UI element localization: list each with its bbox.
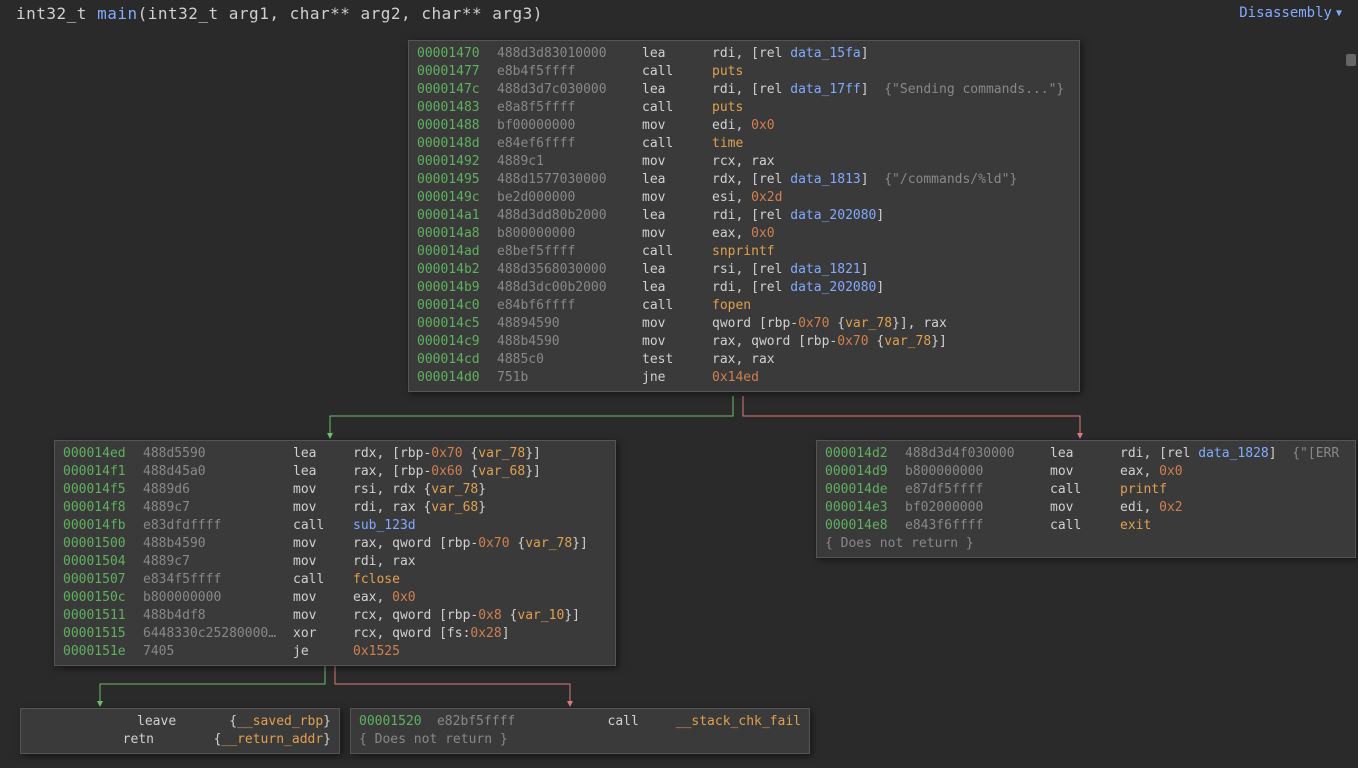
basic-block-left[interactable]: 000014ed488d5590leardx, [rbp-0x70 {var_7… — [54, 440, 616, 666]
instruction-row[interactable]: 000014ed488d5590leardx, [rbp-0x70 {var_7… — [63, 445, 607, 463]
chevron-down-icon: ▼ — [1336, 8, 1342, 19]
instruction-row[interactable]: 0000147c488d3d7c030000leardi, [rel data_… — [417, 81, 1071, 99]
instruction-row[interactable]: 000014f54889d6movrsi, rdx {var_78} — [63, 481, 607, 499]
instruction-row[interactable]: 0000148de84ef6ffffcalltime — [417, 135, 1071, 153]
no-return-note: { Does not return } — [825, 535, 974, 553]
instruction-row[interactable]: 00001500488b4590movrax, qword [rbp-0x70 … — [63, 535, 607, 553]
instruction-row[interactable]: 000014dee87df5ffffcallprintf — [825, 481, 1347, 499]
instruction-row[interactable]: 00001495488d1577030000leardx, [rel data_… — [417, 171, 1071, 189]
instruction-row[interactable]: 0000150cb800000000moveax, 0x0 — [63, 589, 607, 607]
instruction-row[interactable]: 00001477e8b4f5ffffcallputs — [417, 63, 1071, 81]
instruction-row[interactable]: 00001507e834f5ffffcallfclose — [63, 571, 607, 589]
instruction-row[interactable]: retn {__return_addr} — [29, 731, 331, 749]
instruction-row[interactable]: 000014c548894590movqword [rbp-0x70 {var_… — [417, 315, 1071, 333]
instruction-row[interactable]: 000014c0e84bf6ffffcallfopen — [417, 297, 1071, 315]
instruction-row[interactable]: 000014a8b800000000moveax, 0x0 — [417, 225, 1071, 243]
instruction-row[interactable]: 000014d2488d3d4f030000leardi, [rel data_… — [825, 445, 1347, 463]
instruction-row[interactable]: 0000149cbe2d000000movesi, 0x2d — [417, 189, 1071, 207]
basic-block-bottom-right[interactable]: 00001520e82bf5ffffcall__stack_chk_fail{ … — [350, 708, 810, 754]
view-mode-label: Disassembly — [1239, 5, 1332, 21]
view-mode-selector[interactable]: Disassembly ▼ — [1239, 5, 1342, 21]
instruction-row[interactable]: 000014e8e843f6ffffcallexit — [825, 517, 1347, 535]
function-args: (int32_t arg1, char** arg2, char** arg3) — [138, 4, 543, 23]
instruction-row[interactable]: 000014fbe83dfdffffcallsub_123d — [63, 517, 607, 535]
instruction-row[interactable]: 000014cd4885c0testrax, rax — [417, 351, 1071, 369]
instruction-row[interactable]: 000014e3bf02000000movedi, 0x2 — [825, 499, 1347, 517]
instruction-row[interactable]: 00001488bf00000000movedi, 0x0 — [417, 117, 1071, 135]
instruction-row[interactable]: 000014ade8bef5ffffcallsnprintf — [417, 243, 1071, 261]
instruction-row[interactable]: 00001520e82bf5ffffcall__stack_chk_fail — [359, 713, 801, 731]
instruction-row[interactable]: 0000151e7405je0x1525 — [63, 643, 607, 661]
instruction-row[interactable]: 000014d0751bjne0x14ed — [417, 369, 1071, 387]
no-return-note: { Does not return } — [359, 731, 508, 749]
instruction-row[interactable]: 000014b2488d3568030000learsi, [rel data_… — [417, 261, 1071, 279]
function-header: int32_t main(int32_t arg1, char** arg2, … — [0, 0, 1358, 26]
function-signature: int32_t main(int32_t arg1, char** arg2, … — [16, 4, 543, 23]
instruction-row[interactable]: 000014b9488d3dc00b2000leardi, [rel data_… — [417, 279, 1071, 297]
function-name[interactable]: main — [97, 4, 138, 23]
graph-canvas[interactable]: 00001470488d3d83010000leardi, [rel data_… — [0, 26, 1358, 768]
instruction-row[interactable]: 00001511488b4df8movrcx, qword [rbp-0x8 {… — [63, 607, 607, 625]
instruction-row[interactable]: 000015044889c7movrdi, rax — [63, 553, 607, 571]
instruction-row[interactable]: 000014c9488b4590movrax, qword [rbp-0x70 … — [417, 333, 1071, 351]
instruction-row[interactable]: 00001483e8a8f5ffffcallputs — [417, 99, 1071, 117]
instruction-row[interactable]: 000014f84889c7movrdi, rax {var_68} — [63, 499, 607, 517]
basic-block-bottom-left[interactable]: leave {__saved_rbp}retn {__return_addr} — [20, 708, 340, 754]
basic-block-right[interactable]: 000014d2488d3d4f030000leardi, [rel data_… — [816, 440, 1356, 558]
instruction-row[interactable]: 000014a1488d3dd80b2000leardi, [rel data_… — [417, 207, 1071, 225]
instruction-row[interactable]: 00001470488d3d83010000leardi, [rel data_… — [417, 45, 1071, 63]
instruction-row[interactable]: 000015156448330c25280000…xorrcx, qword [… — [63, 625, 607, 643]
instruction-row[interactable]: 000014d9b800000000moveax, 0x0 — [825, 463, 1347, 481]
scrollbar[interactable] — [1346, 54, 1356, 66]
basic-block-main[interactable]: 00001470488d3d83010000leardi, [rel data_… — [408, 40, 1080, 392]
return-type: int32_t — [16, 4, 97, 23]
instruction-row[interactable]: 000014f1488d45a0learax, [rbp-0x60 {var_6… — [63, 463, 607, 481]
instruction-row[interactable]: 000014924889c1movrcx, rax — [417, 153, 1071, 171]
instruction-row[interactable]: leave {__saved_rbp} — [29, 713, 331, 731]
